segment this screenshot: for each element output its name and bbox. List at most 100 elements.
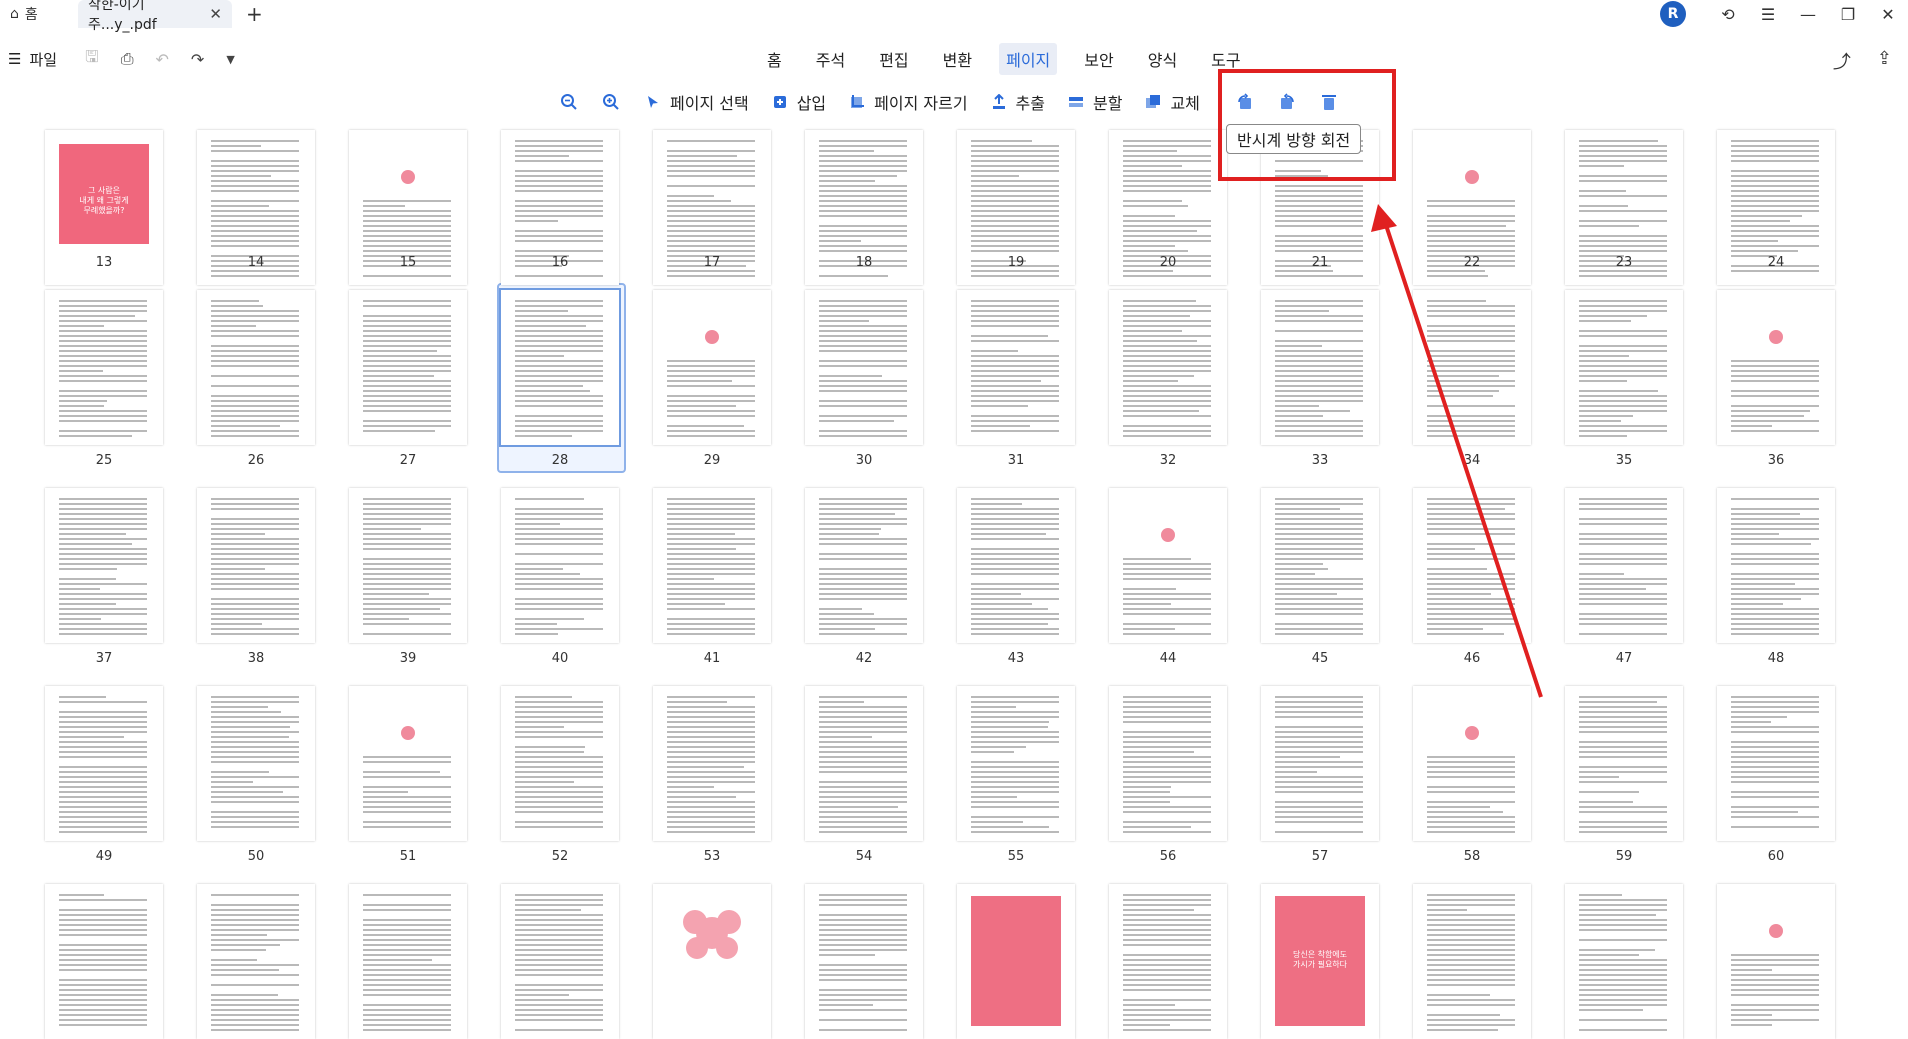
page-thumbnail-25[interactable] xyxy=(45,290,163,445)
zoom-in-icon[interactable] xyxy=(602,93,620,111)
text-line xyxy=(819,791,907,793)
minimize-icon[interactable]: — xyxy=(1788,0,1828,28)
select-pages-button[interactable]: 페이지 선택 xyxy=(644,90,749,114)
save-icon[interactable]: 🖫 xyxy=(85,46,99,73)
page-thumbnail-31[interactable] xyxy=(957,290,1075,445)
page-thumbnail-40[interactable] xyxy=(501,488,619,643)
text-line xyxy=(1123,345,1211,347)
home-tab[interactable]: ⌂ 홈 xyxy=(0,0,72,28)
sync-icon[interactable]: ⟲ xyxy=(1708,0,1748,28)
page-thumbnail-68[interactable] xyxy=(1109,884,1227,1039)
page-thumbnail-43[interactable] xyxy=(957,488,1075,643)
page-thumbnail-36[interactable] xyxy=(1717,290,1835,445)
close-icon[interactable]: ✕ xyxy=(209,5,222,23)
maximize-icon[interactable]: ❐ xyxy=(1828,0,1868,28)
text-line xyxy=(667,415,755,417)
page-thumbnail-65[interactable] xyxy=(653,884,771,1039)
page-thumbnail-37[interactable] xyxy=(45,488,163,643)
replace-button[interactable]: 교체 xyxy=(1144,90,1200,114)
zoom-out-icon[interactable] xyxy=(560,93,578,111)
page-thumbnail-26[interactable] xyxy=(197,290,315,445)
page-thumbnail-52[interactable] xyxy=(501,686,619,841)
split-button[interactable]: 분할 xyxy=(1067,90,1122,114)
page-thumbnail-32[interactable] xyxy=(1109,290,1227,445)
page-thumbnail-45[interactable] xyxy=(1261,488,1379,643)
page-thumbnail-48[interactable] xyxy=(1717,488,1835,643)
page-thumbnail-64[interactable] xyxy=(501,884,619,1039)
tab-convert[interactable]: 변환 xyxy=(936,43,979,75)
page-thumbnail-33[interactable] xyxy=(1261,290,1379,445)
text-line xyxy=(819,573,907,575)
undo-icon[interactable]: ↶ xyxy=(156,50,169,69)
tab-home[interactable]: 홈 xyxy=(760,43,789,75)
page-thumbnail-44[interactable] xyxy=(1109,488,1227,643)
new-tab-icon[interactable]: + xyxy=(246,2,263,26)
tab-security[interactable]: 보안 xyxy=(1077,43,1120,75)
dropdown-icon[interactable]: ▼ xyxy=(226,53,234,66)
page-thumbnail-63[interactable] xyxy=(349,884,467,1039)
page-thumbnail-50[interactable] xyxy=(197,686,315,841)
page-thumbnail-46[interactable] xyxy=(1413,488,1531,643)
window-close-icon[interactable]: ✕ xyxy=(1868,0,1908,28)
page-thumbnail-56[interactable] xyxy=(1109,686,1227,841)
text-line xyxy=(971,816,1059,818)
page-thumbnail-42[interactable] xyxy=(805,488,923,643)
share-icon[interactable]: ⤴ xyxy=(1833,48,1851,74)
redo-icon[interactable]: ↷ xyxy=(191,50,204,69)
page-thumbnail-38[interactable] xyxy=(197,488,315,643)
page-thumbnail-67[interactable] xyxy=(957,884,1075,1039)
page-thumbnail-35[interactable] xyxy=(1565,290,1683,445)
cursor-icon xyxy=(644,93,662,111)
tooltip: 반시계 방향 회전 xyxy=(1226,124,1362,154)
text-line xyxy=(1427,380,1515,382)
page-thumbnail-59[interactable] xyxy=(1565,686,1683,841)
tab-edit[interactable]: 편집 xyxy=(872,43,915,75)
insert-button[interactable]: 삽입 xyxy=(771,90,826,114)
page-thumbnail-34[interactable] xyxy=(1413,290,1531,445)
document-tab[interactable]: 착한-이기주...y_.pdf ✕ xyxy=(78,0,232,33)
text-line xyxy=(59,771,147,773)
file-menu-button[interactable]: ☰ 파일 xyxy=(8,49,57,70)
text-line xyxy=(1579,160,1667,162)
page-thumbnail-39[interactable] xyxy=(349,488,467,643)
text-line xyxy=(667,608,755,610)
text-line xyxy=(1123,170,1211,172)
hamburger-menu-icon[interactable]: ☰ xyxy=(1748,0,1788,28)
tab-page[interactable]: 페이지 xyxy=(999,43,1058,75)
upload-icon[interactable]: ⇪ xyxy=(1877,48,1892,74)
text-line xyxy=(59,563,147,565)
page-thumbnail-28[interactable] xyxy=(499,288,621,447)
page-thumbnail-54[interactable] xyxy=(805,686,923,841)
text-line xyxy=(515,430,603,432)
page-thumbnail-49[interactable] xyxy=(45,686,163,841)
text-line xyxy=(667,796,736,798)
page-thumbnail-72[interactable] xyxy=(1717,884,1835,1039)
page-thumbnail-62[interactable] xyxy=(197,884,315,1039)
page-thumbnail-41[interactable] xyxy=(653,488,771,643)
page-thumbnail-55[interactable] xyxy=(957,686,1075,841)
page-thumbnail-53[interactable] xyxy=(653,686,771,841)
avatar[interactable]: R xyxy=(1660,1,1686,27)
page-thumbnail-61[interactable] xyxy=(45,884,163,1039)
page-thumbnail-57[interactable] xyxy=(1261,686,1379,841)
page-thumbnail-60[interactable] xyxy=(1717,686,1835,841)
text-line xyxy=(211,558,299,560)
print-icon[interactable]: ⎙ xyxy=(121,49,134,69)
page-thumbnail-58[interactable] xyxy=(1413,686,1531,841)
tab-form[interactable]: 양식 xyxy=(1141,43,1184,75)
crop-pages-button[interactable]: 페이지 자르기 xyxy=(848,90,968,114)
page-thumbnail-27[interactable] xyxy=(349,290,467,445)
text-line xyxy=(363,210,451,212)
text-line xyxy=(971,533,1046,535)
page-thumbnail-71[interactable] xyxy=(1565,884,1683,1039)
page-thumbnail-47[interactable] xyxy=(1565,488,1683,643)
page-thumbnail-30[interactable] xyxy=(805,290,923,445)
page-thumbnail-69[interactable]: 당신은 착함에도 가시가 필요하다 xyxy=(1261,884,1379,1039)
tab-comment[interactable]: 주석 xyxy=(809,43,852,75)
page-thumbnail-70[interactable] xyxy=(1413,884,1531,1039)
page-thumbnail-51[interactable] xyxy=(349,686,467,841)
text-line xyxy=(1123,140,1211,142)
page-thumbnail-29[interactable] xyxy=(653,290,771,445)
extract-button[interactable]: 추출 xyxy=(990,90,1045,114)
page-thumbnail-66[interactable] xyxy=(805,884,923,1039)
